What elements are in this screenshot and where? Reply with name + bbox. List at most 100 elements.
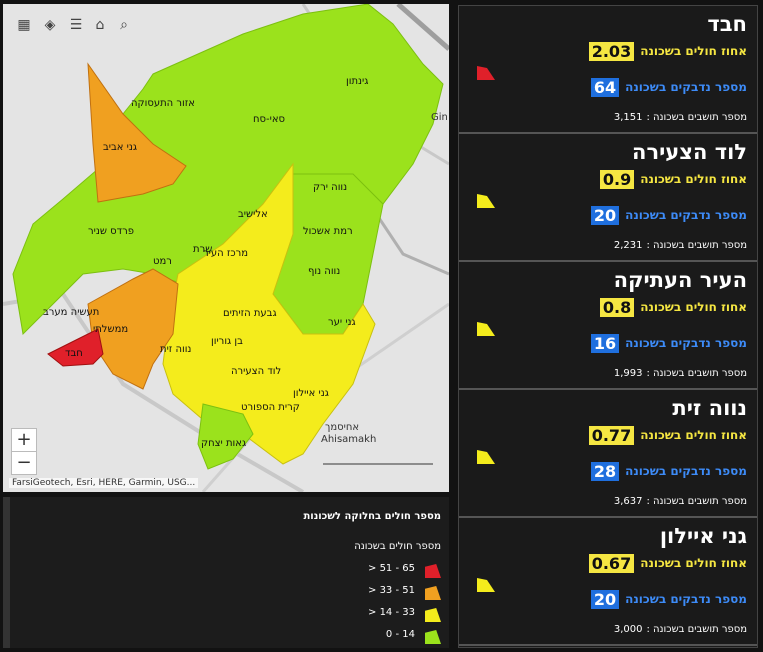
infected-row: מספר נדבקים בשכונה 20: [590, 588, 747, 610]
infected-value: 20: [590, 205, 620, 225]
map-label: מרכז העיר: [203, 248, 249, 259]
residents-value: 2,231: [613, 240, 643, 251]
neighborhood-name: לוד הצעירה: [632, 140, 747, 164]
map-label: חבד: [65, 348, 83, 359]
residents-label: מספר תושבים בשכונה :: [646, 496, 747, 507]
legend-title: מספר חולים בחלוקה לשכונות: [303, 511, 441, 522]
map-label: גני אביב: [103, 142, 138, 153]
sick-percent-label: אחוז חולים בשכונה: [640, 44, 747, 58]
legend-swatch: [425, 608, 441, 622]
residents-row: מספר תושבים בשכונה : 1,993: [614, 368, 747, 379]
legend-label: 51 - 33 <: [368, 585, 415, 596]
infected-value: 20: [590, 589, 620, 609]
map-label: רמט: [153, 256, 172, 267]
legend-item: 14 - 0: [321, 629, 441, 645]
map-label: בן גוריון: [211, 336, 243, 347]
sick-percent-value: 0.67: [588, 553, 635, 573]
map-label: גני יער: [328, 317, 356, 328]
legend-item: 65 - 51 <: [321, 563, 441, 579]
flag-icon: [477, 450, 495, 464]
sick-percent-label: אחוז חולים בשכונה: [640, 172, 747, 186]
map-label: לוד הצעירה: [231, 366, 282, 377]
sick-percent-value: 0.8: [599, 297, 635, 317]
map-label: פרדס שניר: [88, 226, 134, 237]
map-label: נווה זית: [160, 344, 192, 355]
map-label: גני איילון: [293, 388, 329, 399]
infected-label: מספר נדבקים בשכונה: [625, 336, 747, 350]
neighborhood-card[interactable]: העיר העתיקה אחוז חולים בשכונה 0.8 מספר נ…: [459, 262, 757, 390]
sick-percent-row: אחוז חולים בשכונה 0.77: [588, 424, 747, 446]
neighborhood-card[interactable]: חבד אחוז חולים בשכונה 2.03 מספר נדבקים ב…: [459, 6, 757, 134]
map-label: אזור התעסוקה: [131, 98, 195, 109]
infected-label: מספר נדבקים בשכונה: [625, 464, 747, 478]
infected-value: 16: [590, 333, 620, 353]
sick-percent-label: אחוז חולים בשכונה: [640, 556, 747, 570]
residents-row: מספר תושבים בשכונה : 2,231: [614, 240, 747, 251]
infected-label: מספר נדבקים בשכונה: [625, 80, 747, 94]
sick-percent-row: אחוז חולים בשכונה 0.9: [599, 168, 747, 190]
place-label: Ahisamakh: [321, 434, 377, 445]
infected-label: מספר נדבקים בשכונה: [625, 208, 747, 222]
map-label: אלישיב: [238, 209, 268, 220]
sick-percent-label: אחוז חולים בשכונה: [640, 428, 747, 442]
sick-percent-row: אחוז חולים בשכונה 2.03: [588, 40, 747, 62]
search-icon[interactable]: ⌕: [115, 16, 133, 34]
legend-panel: מספר חולים בחלוקה לשכונות מספר חולים בשכ…: [3, 497, 449, 648]
legend-item: 51 - 33 <: [321, 585, 441, 601]
sick-percent-value: 0.77: [588, 425, 635, 445]
infected-row: מספר נדבקים בשכונה 64: [590, 76, 747, 98]
neighborhood-card[interactable]: גני איילון אחוז חולים בשכונה 0.67 מספר נ…: [459, 518, 757, 646]
infected-row: מספר נדבקים בשכונה 16: [590, 332, 747, 354]
infected-value: 28: [590, 461, 620, 481]
place-label: אחיסמך: [325, 422, 360, 433]
legend-swatch: [425, 630, 441, 644]
neighborhood-name: גני איילון: [659, 524, 747, 548]
neighborhood-card[interactable]: נווה זית אחוז חולים בשכונה 0.77 מספר נדב…: [459, 390, 757, 518]
infected-value: 64: [590, 77, 620, 97]
sick-percent-value: 2.03: [588, 41, 635, 61]
map-view[interactable]: ▦ ◈ ☰ ⌂ ⌕ + − FarsiGeotech, Esri, HERE, …: [3, 4, 449, 492]
infected-label: מספר נדבקים בשכונה: [625, 592, 747, 606]
legend-label: 14 - 0: [385, 629, 415, 640]
residents-label: מספר תושבים בשכונה :: [646, 624, 747, 635]
residents-value: 3,000: [613, 624, 643, 635]
residents-value: 3,637: [613, 496, 643, 507]
map-label: נווה נוף: [308, 266, 341, 277]
neighborhood-list[interactable]: חבד אחוז חולים בשכונה 2.03 מספר נדבקים ב…: [458, 5, 758, 648]
layers-icon[interactable]: ◈: [41, 16, 59, 34]
flag-icon: [477, 194, 495, 208]
map-label: סאי-סח: [253, 114, 286, 125]
residents-label: מספר תושבים בשכונה :: [646, 240, 747, 251]
map-label: רמת אשכול: [303, 226, 353, 237]
map-label: גינתון: [346, 76, 369, 87]
legend-label: 33 - 14 <: [368, 607, 415, 618]
residents-value: 3,151: [613, 112, 643, 123]
infected-row: מספר נדבקים בשכונה 20: [590, 204, 747, 226]
zoom-out-button[interactable]: −: [11, 451, 37, 475]
neighborhood-name: נווה זית: [672, 396, 747, 420]
flag-icon: [477, 66, 495, 80]
map-label: גאות יצחק: [201, 438, 247, 449]
map-label: תעשיה מערב: [43, 307, 100, 318]
residents-row: מספר תושבים בשכונה : 3,151: [614, 112, 747, 123]
flag-icon: [477, 322, 495, 336]
residents-label: מספר תושבים בשכונה :: [646, 112, 747, 123]
sick-percent-value: 0.9: [599, 169, 635, 189]
flag-icon: [477, 578, 495, 592]
residents-value: 1,993: [613, 368, 643, 379]
list-icon[interactable]: ☰: [67, 16, 85, 34]
neighborhood-name: העיר העתיקה: [613, 268, 747, 292]
neighborhood-card[interactable]: לוד הצעירה אחוז חולים בשכונה 0.9 מספר נד…: [459, 134, 757, 262]
sick-percent-row: אחוז חולים בשכונה 0.67: [588, 552, 747, 574]
home-icon[interactable]: ⌂: [91, 16, 109, 34]
legend-item: 33 - 14 <: [321, 607, 441, 623]
grid-icon[interactable]: ▦: [15, 16, 33, 34]
map-label: גבעת הזיתים: [223, 308, 277, 319]
legend-subtitle: מספר חולים בשכונה: [354, 541, 441, 552]
residents-row: מספר תושבים בשכונה : 3,637: [614, 496, 747, 507]
zoom-in-button[interactable]: +: [11, 428, 37, 452]
map-attribution: FarsiGeotech, Esri, HERE, Garmin, USG...: [9, 478, 199, 488]
residents-label: מספר תושבים בשכונה :: [646, 368, 747, 379]
residents-row: מספר תושבים בשכונה : 3,000: [614, 624, 747, 635]
sick-percent-row: אחוז חולים בשכונה 0.8: [599, 296, 747, 318]
